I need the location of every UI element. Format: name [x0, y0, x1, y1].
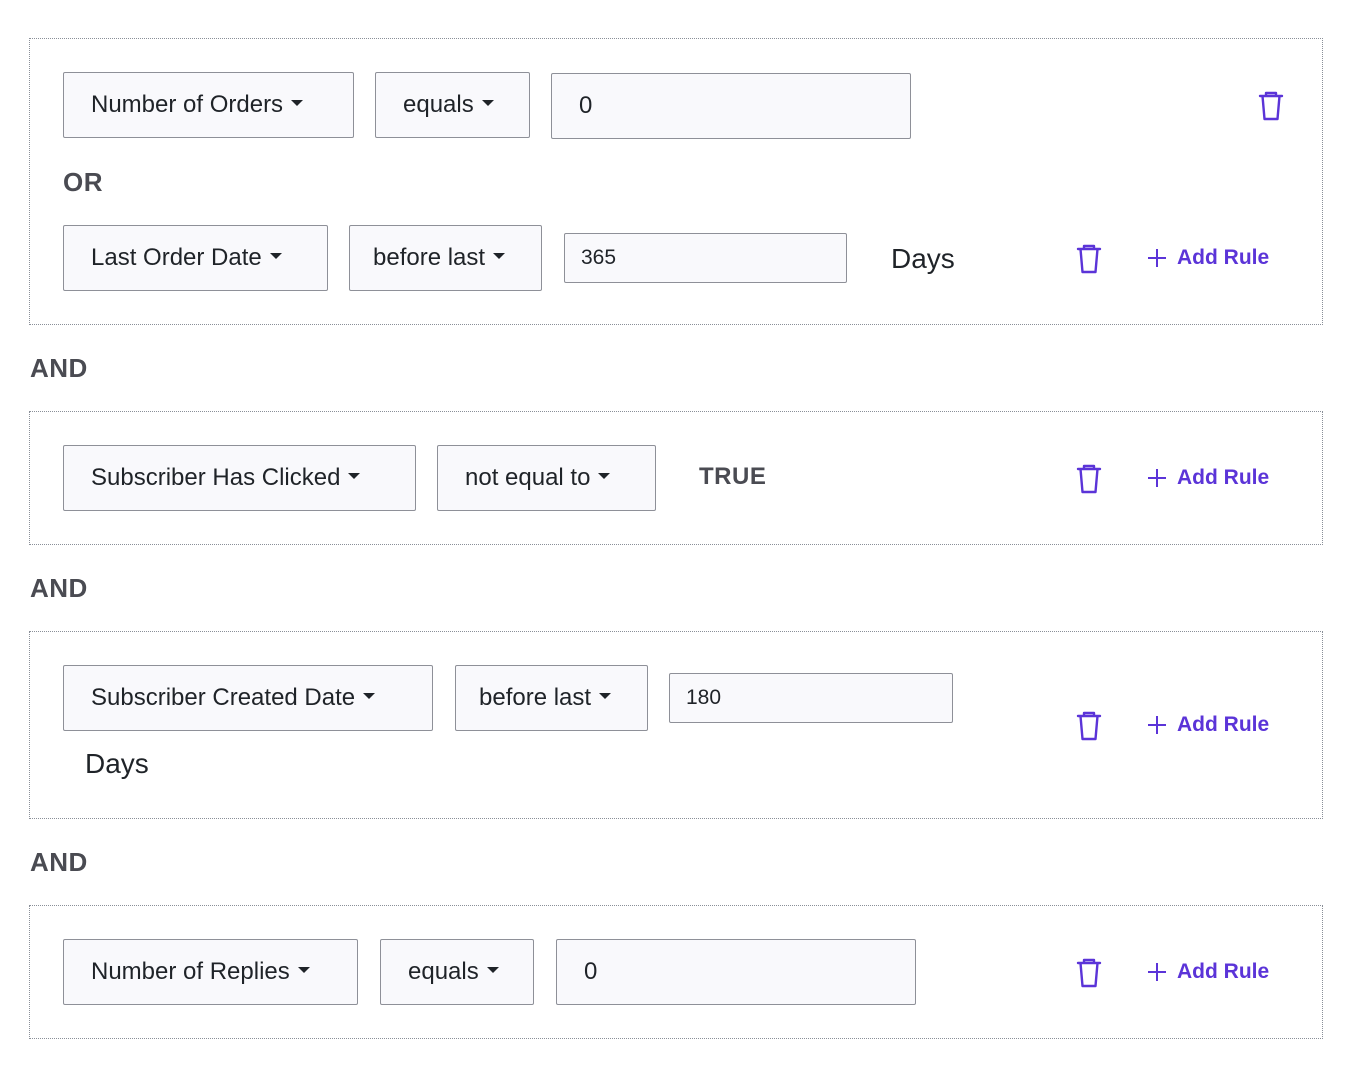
- field-dropdown[interactable]: Number of Replies: [63, 939, 358, 1005]
- operator-dropdown[interactable]: equals: [375, 72, 530, 138]
- operator-dropdown-label: not equal to: [465, 464, 590, 492]
- operator-dropdown[interactable]: before last: [455, 665, 648, 731]
- and-connector: AND: [30, 847, 88, 878]
- caret-down-icon: [487, 967, 499, 973]
- trash-icon[interactable]: [1074, 957, 1104, 989]
- value-input[interactable]: [551, 73, 911, 139]
- trash-icon[interactable]: [1074, 463, 1104, 495]
- caret-down-icon: [291, 100, 303, 106]
- caret-down-icon: [298, 967, 310, 973]
- field-dropdown[interactable]: Last Order Date: [63, 225, 328, 291]
- trash-icon[interactable]: [1074, 710, 1104, 742]
- field-dropdown-label: Last Order Date: [91, 244, 262, 272]
- plus-icon: [1148, 469, 1166, 487]
- operator-dropdown-label: equals: [403, 91, 474, 119]
- caret-down-icon: [598, 473, 610, 479]
- add-rule-label: Add Rule: [1177, 713, 1269, 737]
- caret-down-icon: [493, 253, 505, 259]
- field-dropdown[interactable]: Subscriber Has Clicked: [63, 445, 416, 511]
- field-dropdown-label: Number of Orders: [91, 91, 283, 119]
- plus-icon: [1148, 249, 1166, 267]
- operator-dropdown[interactable]: not equal to: [437, 445, 656, 511]
- trash-icon[interactable]: [1256, 90, 1286, 122]
- and-connector: AND: [30, 573, 88, 604]
- field-dropdown[interactable]: Subscriber Created Date: [63, 665, 433, 731]
- value-input[interactable]: [669, 673, 953, 723]
- operator-dropdown[interactable]: equals: [380, 939, 534, 1005]
- field-dropdown[interactable]: Number of Orders: [63, 72, 354, 138]
- add-rule-button[interactable]: Add Rule: [1148, 466, 1269, 490]
- caret-down-icon: [482, 100, 494, 106]
- plus-icon: [1148, 716, 1166, 734]
- trash-icon[interactable]: [1074, 243, 1104, 275]
- plus-icon: [1148, 963, 1166, 981]
- add-rule-label: Add Rule: [1177, 466, 1269, 490]
- add-rule-button[interactable]: Add Rule: [1148, 246, 1269, 270]
- operator-dropdown-label: equals: [408, 958, 479, 986]
- add-rule-button[interactable]: Add Rule: [1148, 960, 1269, 984]
- caret-down-icon: [363, 693, 375, 699]
- field-dropdown-label: Subscriber Created Date: [91, 684, 355, 712]
- operator-dropdown-label: before last: [373, 244, 485, 272]
- unit-label: Days: [85, 748, 149, 780]
- segment-rule-builder: Number of Orders equals OR Last Order Da…: [0, 0, 1364, 1080]
- operator-dropdown[interactable]: before last: [349, 225, 542, 291]
- add-rule-label: Add Rule: [1177, 246, 1269, 270]
- value-text: TRUE: [699, 463, 766, 491]
- add-rule-button[interactable]: Add Rule: [1148, 713, 1269, 737]
- caret-down-icon: [348, 473, 360, 479]
- caret-down-icon: [599, 693, 611, 699]
- unit-label: Days: [891, 243, 955, 275]
- field-dropdown-label: Number of Replies: [91, 958, 290, 986]
- or-connector: OR: [63, 167, 103, 198]
- and-connector: AND: [30, 353, 88, 384]
- caret-down-icon: [270, 253, 282, 259]
- add-rule-label: Add Rule: [1177, 960, 1269, 984]
- field-dropdown-label: Subscriber Has Clicked: [91, 464, 340, 492]
- value-input[interactable]: [556, 939, 916, 1005]
- operator-dropdown-label: before last: [479, 684, 591, 712]
- value-input[interactable]: [564, 233, 847, 283]
